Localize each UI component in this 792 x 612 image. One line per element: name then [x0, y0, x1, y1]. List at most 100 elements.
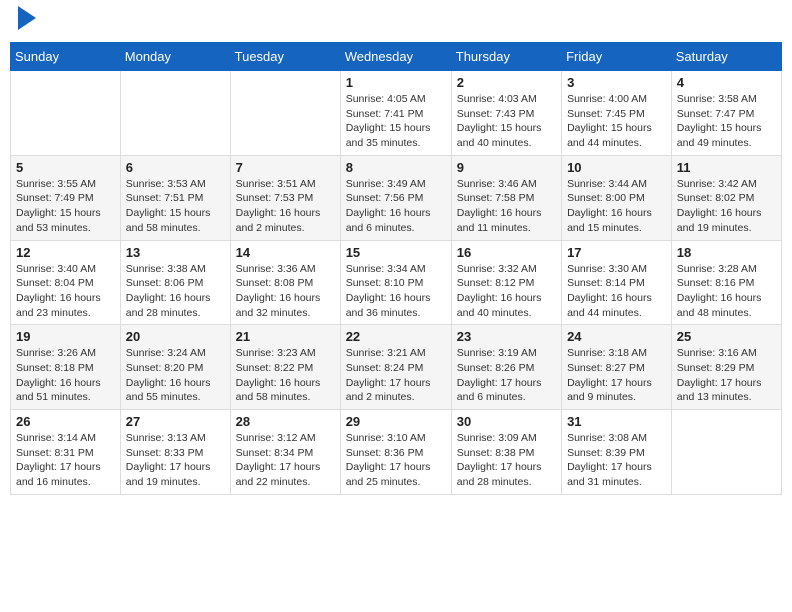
day-info: Sunrise: 3:10 AM Sunset: 8:36 PM Dayligh…	[346, 431, 446, 490]
calendar: SundayMondayTuesdayWednesdayThursdayFrid…	[10, 42, 782, 495]
calendar-cell: 15 Sunrise: 3:34 AM Sunset: 8:10 PM Dayli…	[340, 240, 451, 325]
day-number: 2	[457, 75, 556, 90]
day-info: Sunrise: 4:05 AM Sunset: 7:41 PM Dayligh…	[346, 92, 446, 151]
weekday-header-friday: Friday	[562, 43, 672, 71]
calendar-cell: 23Sunrise: 3:19 AM Sunset: 8:26 PM Dayli…	[451, 325, 561, 410]
calendar-week-1: 1Sunrise: 4:05 AM Sunset: 7:41 PM Daylig…	[11, 71, 782, 156]
calendar-cell: 31 Sunrise: 3:08 AM Sunset: 8:39 PM Dayli…	[562, 410, 672, 495]
calendar-cell: 9 Sunrise: 3:46 AM Sunset: 7:58 PM Daylig…	[451, 155, 561, 240]
day-info: Sunrise: 3:53 AM Sunset: 7:51 PM Dayligh…	[126, 177, 225, 236]
calendar-cell: 18Sunrise: 3:28 AM Sunset: 8:16 PM Dayli…	[671, 240, 781, 325]
day-info: Sunrise: 3:58 AM Sunset: 7:47 PM Dayligh…	[677, 92, 776, 151]
day-number: 12	[16, 245, 115, 260]
calendar-cell: 20 Sunrise: 3:24 AM Sunset: 8:20 PM Dayli…	[120, 325, 230, 410]
day-info: Sunrise: 4:03 AM Sunset: 7:43 PM Dayligh…	[457, 92, 556, 151]
calendar-cell: 12 Sunrise: 3:40 AM Sunset: 8:04 PM Dayli…	[11, 240, 121, 325]
day-number: 31	[567, 414, 666, 429]
day-number: 8	[346, 160, 446, 175]
day-number: 17	[567, 245, 666, 260]
calendar-cell: 21 Sunrise: 3:23 AM Sunset: 8:22 PM Dayli…	[230, 325, 340, 410]
calendar-cell: 4 Sunrise: 3:58 AM Sunset: 7:47 PM Daylig…	[671, 71, 781, 156]
calendar-cell: 10 Sunrise: 3:44 AM Sunset: 8:00 PM Dayli…	[562, 155, 672, 240]
calendar-week-2: 5 Sunrise: 3:55 AM Sunset: 7:49 PM Daylig…	[11, 155, 782, 240]
calendar-cell: 8 Sunrise: 3:49 AM Sunset: 7:56 PM Daylig…	[340, 155, 451, 240]
day-info: Sunrise: 3:16 AM Sunset: 8:29 PM Dayligh…	[677, 346, 776, 405]
calendar-cell	[671, 410, 781, 495]
day-info: Sunrise: 3:13 AM Sunset: 8:33 PM Dayligh…	[126, 431, 225, 490]
day-number: 23	[457, 329, 556, 344]
day-info: Sunrise: 3:36 AM Sunset: 8:08 PM Dayligh…	[236, 262, 335, 321]
day-info: Sunrise: 3:32 AM Sunset: 8:12 PM Dayligh…	[457, 262, 556, 321]
day-number: 26	[16, 414, 115, 429]
calendar-cell: 22Sunrise: 3:21 AM Sunset: 8:24 PM Dayli…	[340, 325, 451, 410]
weekday-header-thursday: Thursday	[451, 43, 561, 71]
day-number: 18	[677, 245, 776, 260]
weekday-header-saturday: Saturday	[671, 43, 781, 71]
day-info: Sunrise: 4:00 AM Sunset: 7:45 PM Dayligh…	[567, 92, 666, 151]
day-info: Sunrise: 3:42 AM Sunset: 8:02 PM Dayligh…	[677, 177, 776, 236]
day-info: Sunrise: 3:09 AM Sunset: 8:38 PM Dayligh…	[457, 431, 556, 490]
calendar-cell: 1Sunrise: 4:05 AM Sunset: 7:41 PM Daylig…	[340, 71, 451, 156]
day-number: 7	[236, 160, 335, 175]
calendar-cell	[11, 71, 121, 156]
calendar-cell: 17Sunrise: 3:30 AM Sunset: 8:14 PM Dayli…	[562, 240, 672, 325]
calendar-cell: 28 Sunrise: 3:12 AM Sunset: 8:34 PM Dayli…	[230, 410, 340, 495]
day-number: 5	[16, 160, 115, 175]
day-number: 28	[236, 414, 335, 429]
weekday-header-monday: Monday	[120, 43, 230, 71]
day-number: 15	[346, 245, 446, 260]
calendar-cell: 11 Sunrise: 3:42 AM Sunset: 8:02 PM Dayli…	[671, 155, 781, 240]
day-info: Sunrise: 3:49 AM Sunset: 7:56 PM Dayligh…	[346, 177, 446, 236]
day-info: Sunrise: 3:55 AM Sunset: 7:49 PM Dayligh…	[16, 177, 115, 236]
day-number: 10	[567, 160, 666, 175]
day-number: 19	[16, 329, 115, 344]
calendar-cell: 13Sunrise: 3:38 AM Sunset: 8:06 PM Dayli…	[120, 240, 230, 325]
day-number: 3	[567, 75, 666, 90]
calendar-cell: 5 Sunrise: 3:55 AM Sunset: 7:49 PM Daylig…	[11, 155, 121, 240]
day-number: 21	[236, 329, 335, 344]
day-info: Sunrise: 3:34 AM Sunset: 8:10 PM Dayligh…	[346, 262, 446, 321]
day-info: Sunrise: 3:21 AM Sunset: 8:24 PM Dayligh…	[346, 346, 446, 405]
day-info: Sunrise: 3:46 AM Sunset: 7:58 PM Dayligh…	[457, 177, 556, 236]
day-info: Sunrise: 3:44 AM Sunset: 8:00 PM Dayligh…	[567, 177, 666, 236]
weekday-header-tuesday: Tuesday	[230, 43, 340, 71]
calendar-cell: 26 Sunrise: 3:14 AM Sunset: 8:31 PM Dayli…	[11, 410, 121, 495]
calendar-cell: 24Sunrise: 3:18 AM Sunset: 8:27 PM Dayli…	[562, 325, 672, 410]
calendar-week-4: 19 Sunrise: 3:26 AM Sunset: 8:18 PM Dayli…	[11, 325, 782, 410]
day-info: Sunrise: 3:26 AM Sunset: 8:18 PM Dayligh…	[16, 346, 115, 405]
calendar-week-5: 26 Sunrise: 3:14 AM Sunset: 8:31 PM Dayli…	[11, 410, 782, 495]
logo	[15, 10, 36, 32]
day-number: 27	[126, 414, 225, 429]
calendar-cell: 14 Sunrise: 3:36 AM Sunset: 8:08 PM Dayli…	[230, 240, 340, 325]
logo-arrow-icon	[18, 6, 36, 30]
calendar-cell: 3 Sunrise: 4:00 AM Sunset: 7:45 PM Daylig…	[562, 71, 672, 156]
day-info: Sunrise: 3:40 AM Sunset: 8:04 PM Dayligh…	[16, 262, 115, 321]
day-number: 11	[677, 160, 776, 175]
day-info: Sunrise: 3:23 AM Sunset: 8:22 PM Dayligh…	[236, 346, 335, 405]
calendar-cell: 2 Sunrise: 4:03 AM Sunset: 7:43 PM Daylig…	[451, 71, 561, 156]
page-header	[10, 10, 782, 32]
day-number: 14	[236, 245, 335, 260]
calendar-cell	[230, 71, 340, 156]
day-number: 6	[126, 160, 225, 175]
day-number: 24	[567, 329, 666, 344]
day-info: Sunrise: 3:24 AM Sunset: 8:20 PM Dayligh…	[126, 346, 225, 405]
weekday-header-sunday: Sunday	[11, 43, 121, 71]
day-info: Sunrise: 3:12 AM Sunset: 8:34 PM Dayligh…	[236, 431, 335, 490]
day-number: 20	[126, 329, 225, 344]
day-number: 29	[346, 414, 446, 429]
weekday-header-wednesday: Wednesday	[340, 43, 451, 71]
calendar-cell: 30 Sunrise: 3:09 AM Sunset: 8:38 PM Dayli…	[451, 410, 561, 495]
day-info: Sunrise: 3:51 AM Sunset: 7:53 PM Dayligh…	[236, 177, 335, 236]
day-number: 30	[457, 414, 556, 429]
day-number: 4	[677, 75, 776, 90]
day-number: 16	[457, 245, 556, 260]
day-number: 9	[457, 160, 556, 175]
calendar-cell: 16 Sunrise: 3:32 AM Sunset: 8:12 PM Dayli…	[451, 240, 561, 325]
day-info: Sunrise: 3:08 AM Sunset: 8:39 PM Dayligh…	[567, 431, 666, 490]
calendar-cell: 7 Sunrise: 3:51 AM Sunset: 7:53 PM Daylig…	[230, 155, 340, 240]
calendar-cell	[120, 71, 230, 156]
day-info: Sunrise: 3:14 AM Sunset: 8:31 PM Dayligh…	[16, 431, 115, 490]
day-number: 13	[126, 245, 225, 260]
calendar-week-3: 12 Sunrise: 3:40 AM Sunset: 8:04 PM Dayli…	[11, 240, 782, 325]
